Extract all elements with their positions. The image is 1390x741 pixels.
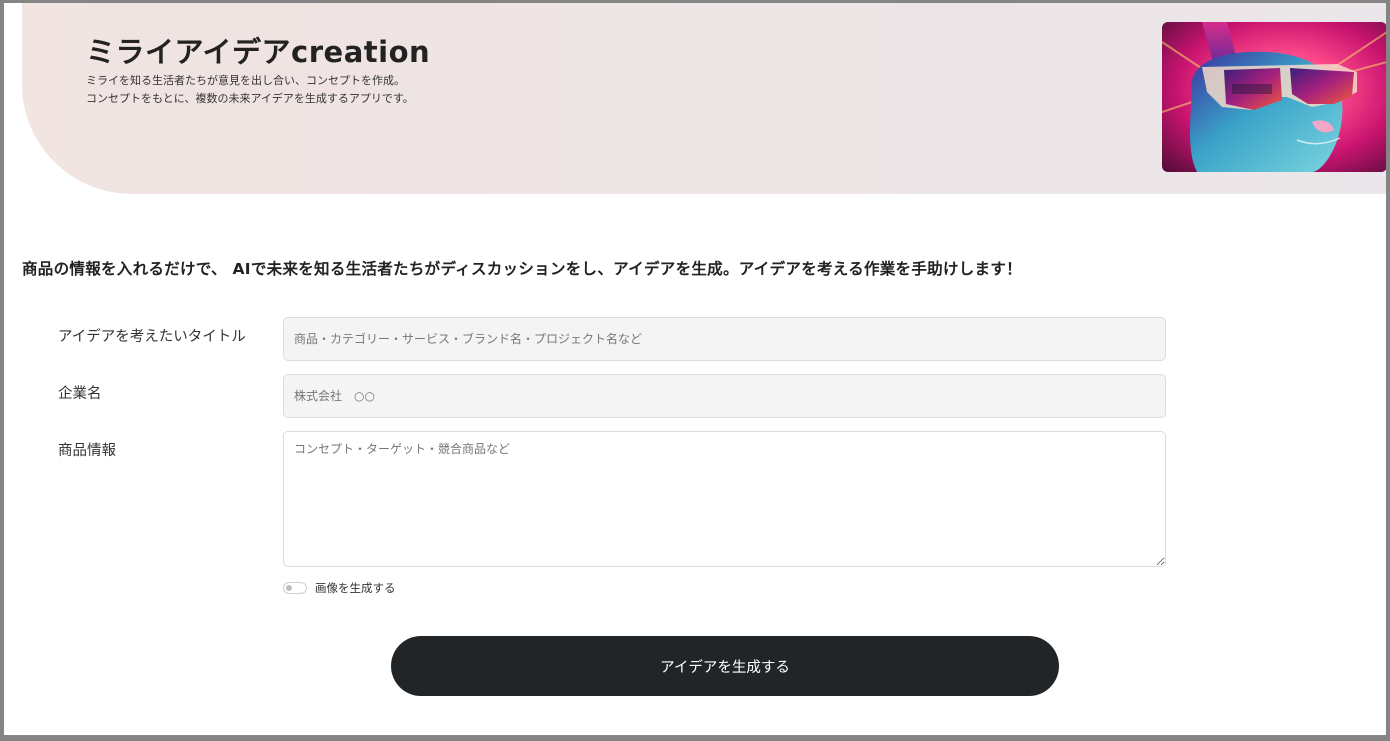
company-input[interactable] xyxy=(283,374,1166,418)
toggle-knob xyxy=(286,585,292,591)
rabbit-illustration-icon xyxy=(1162,22,1386,172)
app-description: ミライを知る生活者たちが意見を出し合い、コンセプトを作成。 コンセプトをもとに、… xyxy=(86,72,414,108)
app-window: ミライアイデアcreation ミライを知る生活者たちが意見を出し合い、コンセプ… xyxy=(0,0,1390,741)
title-input[interactable] xyxy=(283,317,1166,361)
product-info-field-label: 商品情報 xyxy=(58,443,116,459)
generate-ideas-button[interactable]: アイデアを生成する xyxy=(391,636,1059,696)
app-description-line-1: ミライを知る生活者たちが意見を出し合い、コンセプトを作成。 xyxy=(86,74,405,87)
app-description-line-2: コンセプトをもとに、複数の未来アイデアを生成するアプリです。 xyxy=(86,92,414,105)
title-field-label: アイデアを考えたいタイトル xyxy=(58,329,246,345)
app-tagline: 商品の情報を入れるだけで、 AIで未来を知る生活者たちがディスカッションをし、ア… xyxy=(22,260,1022,278)
company-field-label: 企業名 xyxy=(58,386,102,402)
app-title: ミライアイデアcreation xyxy=(86,35,431,69)
product-info-textarea[interactable] xyxy=(283,431,1166,567)
rabbit-sunglasses-image xyxy=(1162,22,1386,172)
generate-image-toggle[interactable] xyxy=(283,582,307,594)
generate-image-label: 画像を生成する xyxy=(315,581,396,595)
generate-image-option: 画像を生成する xyxy=(283,580,396,596)
hero-banner: ミライアイデアcreation ミライを知る生活者たちが意見を出し合い、コンセプ… xyxy=(22,3,1386,194)
